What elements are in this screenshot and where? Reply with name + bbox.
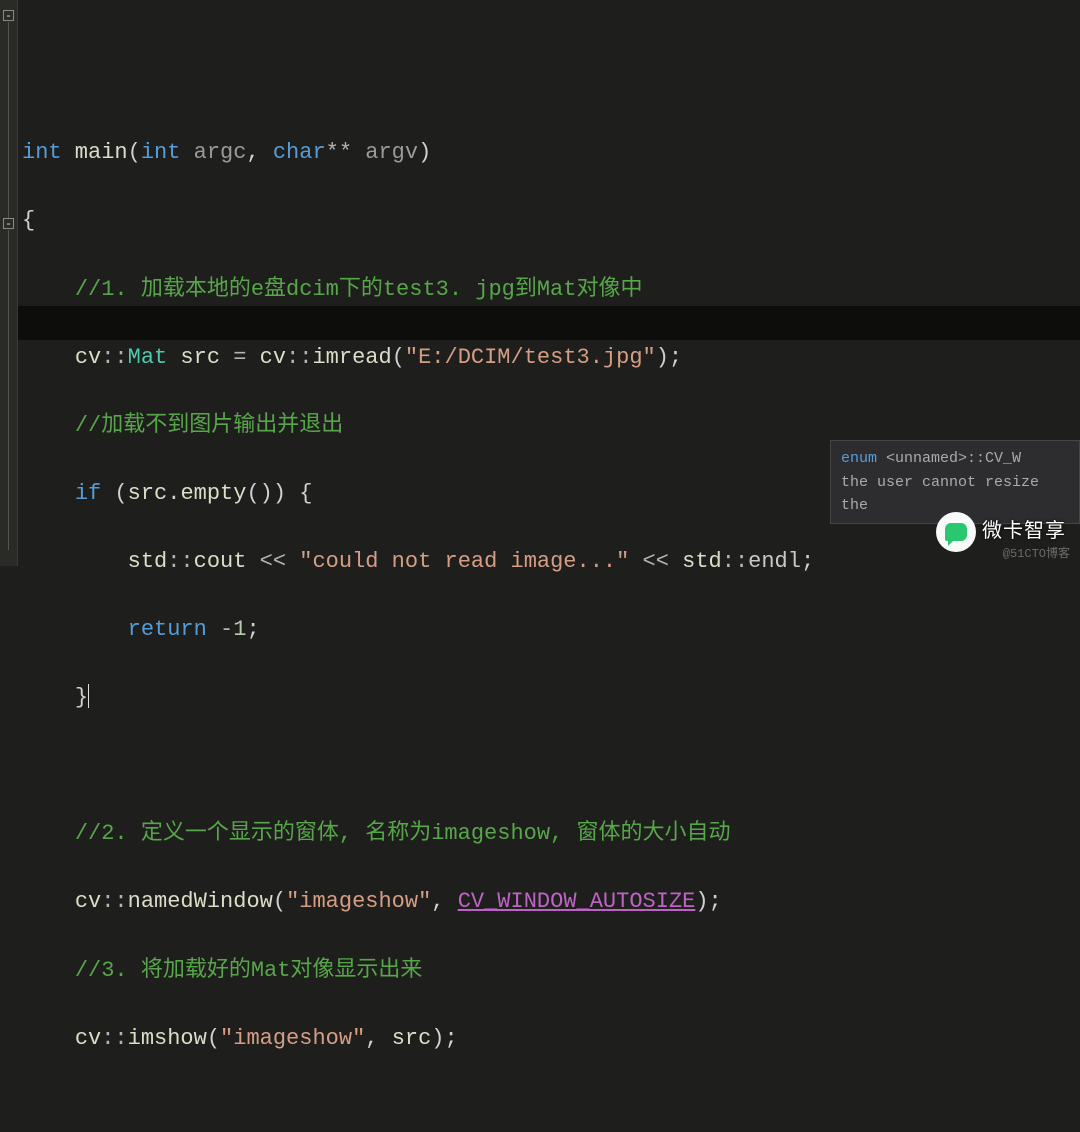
fold-toggle-if[interactable] <box>3 218 14 229</box>
code-line[interactable]: int main(int argc, char** argv) <box>22 136 1080 170</box>
comment: //2. 定义一个显示的窗体, 名称为imageshow, 窗体的大小自动 <box>75 821 731 846</box>
fold-toggle-main[interactable] <box>3 10 14 21</box>
comment: //1. 加载本地的e盘dcim下的test3. jpg到Mat对像中 <box>75 277 643 302</box>
gutter <box>0 0 18 566</box>
code-line[interactable]: } <box>22 681 1080 715</box>
text-cursor <box>88 684 89 708</box>
code-line[interactable]: return -1; <box>22 613 1080 647</box>
watermark-text: 微卡智享 <box>982 517 1066 548</box>
code-line[interactable]: { <box>22 204 1080 238</box>
comment: //加载不到图片输出并退出 <box>75 413 343 438</box>
code-line[interactable]: //3. 将加载好的Mat对像显示出来 <box>22 954 1080 988</box>
comment: //3. 将加载好的Mat对像显示出来 <box>75 958 423 983</box>
code-line[interactable]: cv::imshow("imageshow", src); <box>22 1022 1080 1056</box>
watermark: 微卡智享 <box>936 512 1066 552</box>
code-line[interactable]: std::cout << "could not read image..." <… <box>22 545 1080 579</box>
keyword: int <box>22 140 62 165</box>
code-line[interactable]: //加载不到图片输出并退出 <box>22 409 1080 443</box>
code-line[interactable]: cv::Mat src = cv::imread("E:/DCIM/test3.… <box>22 341 1080 375</box>
code-line[interactable]: //1. 加载本地的e盘dcim下的test3. jpg到Mat对像中 <box>22 273 1080 307</box>
wechat-icon <box>936 512 976 552</box>
code-line[interactable]: //2. 定义一个显示的窗体, 名称为imageshow, 窗体的大小自动 <box>22 817 1080 851</box>
code-line[interactable]: cv::namedWindow("imageshow", CV_WINDOW_A… <box>22 885 1080 919</box>
code-line[interactable] <box>22 749 1080 783</box>
macro-symbol[interactable]: CV_WINDOW_AUTOSIZE <box>458 889 696 914</box>
